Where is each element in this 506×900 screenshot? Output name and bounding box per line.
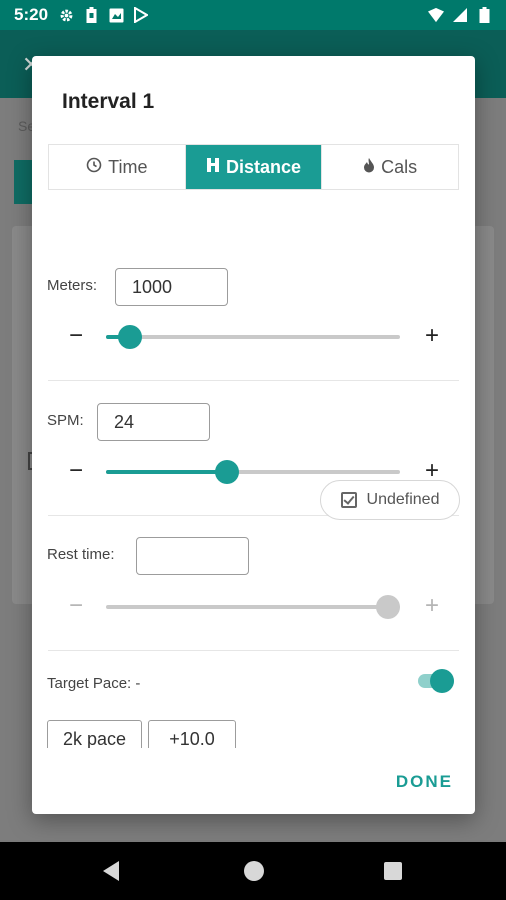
meters-input[interactable]: 1000 xyxy=(115,268,228,306)
battery-icon xyxy=(476,7,492,23)
spm-slider-track[interactable] xyxy=(106,460,400,484)
status-bar: 5:20 xyxy=(0,0,506,30)
tab-time[interactable]: Time xyxy=(49,145,186,189)
rest-increment-button[interactable]: + xyxy=(422,594,442,618)
undefined-label: Undefined xyxy=(366,491,440,508)
back-icon[interactable] xyxy=(103,861,119,881)
rest-decrement-button[interactable]: − xyxy=(66,594,86,618)
home-icon[interactable] xyxy=(244,861,264,881)
tab-time-label: Time xyxy=(108,156,148,177)
navigation-bar xyxy=(0,842,506,900)
interval-type-tabs: Time Distance Cals xyxy=(48,144,459,190)
meters-decrement-button[interactable]: − xyxy=(66,324,86,348)
image-icon xyxy=(108,7,124,23)
toggle-knob xyxy=(430,669,454,693)
pace-reference-button[interactable]: 2k pace xyxy=(47,720,142,748)
play-store-icon xyxy=(133,7,149,23)
target-pace-label: Target Pace: - xyxy=(47,675,141,692)
tab-distance-label: Distance xyxy=(225,156,302,177)
spm-decrement-button[interactable]: − xyxy=(66,459,86,483)
signal-icon xyxy=(452,7,468,23)
meters-increment-button[interactable]: + xyxy=(422,324,442,348)
spm-label: SPM: xyxy=(47,412,84,429)
done-button[interactable]: DONE xyxy=(396,772,453,792)
gear-icon xyxy=(58,7,74,23)
target-pace-toggle[interactable] xyxy=(416,668,456,694)
meters-slider-thumb[interactable] xyxy=(117,325,142,349)
dialog-body: Time Distance Cals Meters: 1000 − + SPM:… xyxy=(32,142,475,748)
tab-cals[interactable]: Cals xyxy=(322,145,458,189)
pace-offset-input[interactable]: +10.0 xyxy=(148,720,236,748)
status-icons-left xyxy=(58,7,149,23)
flame-icon xyxy=(363,157,375,178)
divider xyxy=(48,380,459,381)
meters-slider: − + xyxy=(66,322,442,352)
dialog-title: Interval 1 xyxy=(62,90,155,113)
tab-cals-label: Cals xyxy=(381,156,418,177)
status-icons-right xyxy=(428,7,492,23)
checkbox-icon xyxy=(340,492,357,508)
spm-input[interactable]: 24 xyxy=(97,403,210,441)
spm-slider-thumb[interactable] xyxy=(214,460,239,484)
road-icon xyxy=(206,157,220,178)
battery-icon xyxy=(83,7,99,23)
status-time: 5:20 xyxy=(14,5,49,24)
rest-time-label: Rest time: xyxy=(47,546,115,563)
rest-time-slider: − + xyxy=(66,592,442,622)
wifi-icon xyxy=(428,7,444,23)
recent-apps-icon[interactable] xyxy=(384,862,402,880)
rest-slider-track[interactable] xyxy=(106,595,401,619)
meters-slider-track[interactable] xyxy=(106,325,400,349)
divider xyxy=(48,650,459,651)
interval-dialog: Interval 1 Time Distance Cals Meters: 10… xyxy=(32,56,475,814)
rest-time-input[interactable] xyxy=(136,537,249,575)
undefined-button[interactable]: Undefined xyxy=(320,480,460,520)
meters-label: Meters: xyxy=(47,277,98,294)
rest-slider-thumb[interactable] xyxy=(376,595,401,619)
spm-slider-fill xyxy=(106,470,227,474)
tab-distance[interactable]: Distance xyxy=(185,145,323,189)
clock-icon xyxy=(86,157,102,178)
